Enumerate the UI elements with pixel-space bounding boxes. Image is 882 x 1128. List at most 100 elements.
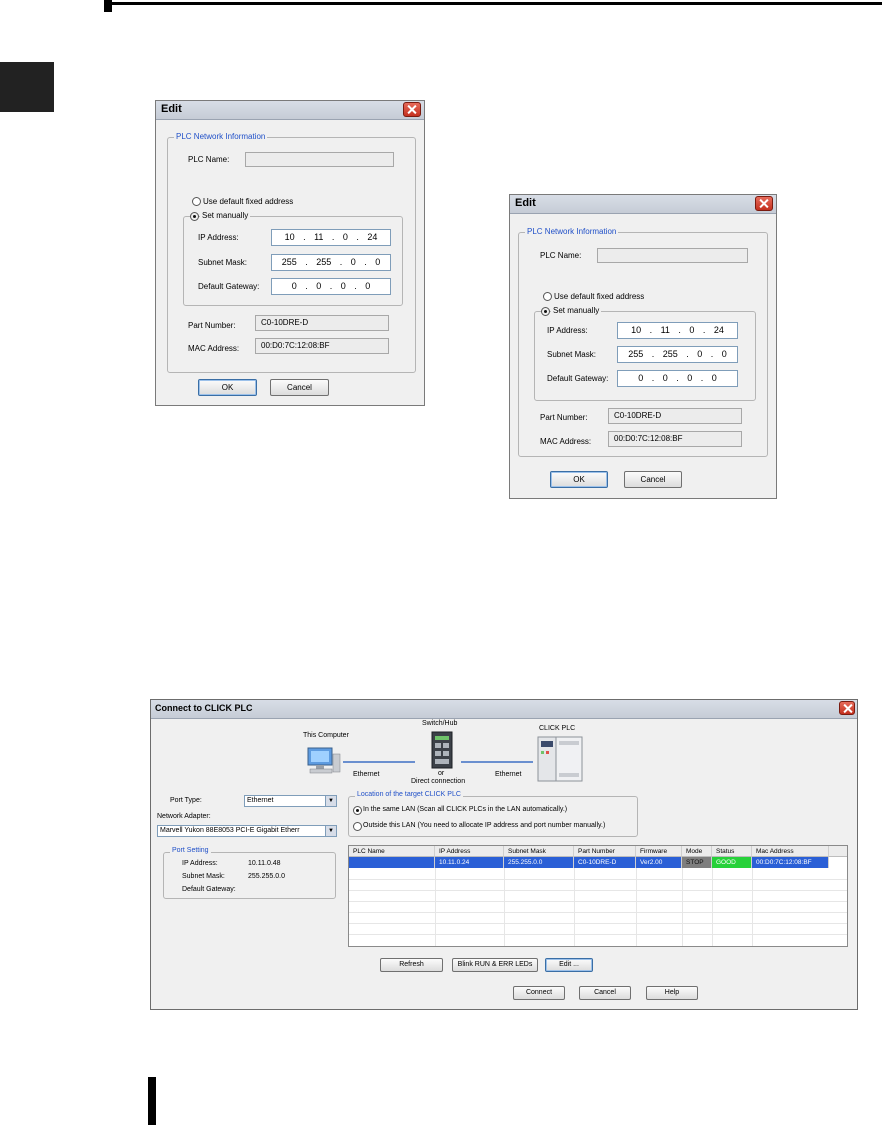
ip-address-input[interactable]: 10 . 11 . 0 . 24 [617, 322, 738, 339]
radio-same-lan[interactable] [353, 806, 362, 815]
col-mac-address[interactable]: Mac Address [752, 846, 829, 857]
ethernet-right-label: Ethernet [495, 771, 522, 778]
blink-leds-button[interactable]: Blink RUN & ERR LEDs [452, 958, 538, 972]
plc-table[interactable]: PLC Name IP Address Subnet Mask Part Num… [348, 845, 848, 947]
grid-line [574, 868, 575, 946]
manual-group: Set manually IP Address: 10 . 11 . 0 . 2… [534, 306, 756, 401]
plc-network-group: PLC Network Information PLC Name: Use de… [167, 132, 416, 373]
cancel-button[interactable]: Cancel [624, 471, 682, 488]
grid-line [349, 890, 847, 891]
plc-name-label: PLC Name: [188, 155, 230, 164]
subnet-mask-label: Subnet Mask: [547, 350, 596, 359]
part-number-field: C0-10DRE-D [255, 315, 389, 331]
dialog-title: Edit [515, 197, 536, 209]
col-mode[interactable]: Mode [682, 846, 712, 857]
col-part-number[interactable]: Part Number [574, 846, 636, 857]
title-bar[interactable]: Edit [156, 101, 424, 120]
radio-set-manually[interactable] [190, 212, 199, 221]
ok-button[interactable]: OK [550, 471, 608, 488]
close-icon[interactable] [755, 196, 773, 211]
radio-outside-lan[interactable] [353, 822, 362, 831]
part-number-field: C0-10DRE-D [608, 408, 742, 424]
radio-set-manually[interactable] [541, 307, 550, 316]
table-row-cell-status[interactable]: GOOD [712, 857, 752, 868]
click-plc-label: CLICK PLC [539, 725, 576, 732]
title-bar[interactable]: Edit [510, 195, 776, 214]
grid-line [349, 901, 847, 902]
port-subnet-label: Subnet Mask: [182, 873, 225, 880]
default-gateway-input[interactable]: 0 . 0 . 0 . 0 [617, 370, 738, 387]
close-icon[interactable] [403, 102, 421, 117]
part-number-label: Part Number: [540, 413, 588, 422]
grid-line [349, 923, 847, 924]
table-row-cell-subnet[interactable]: 255.255.0.0 [504, 857, 574, 868]
radio-default-address[interactable] [192, 197, 201, 206]
col-ip-address[interactable]: IP Address [435, 846, 504, 857]
dialog-title: Connect to CLICK PLC [155, 703, 253, 713]
chevron-down-icon[interactable]: ▼ [325, 796, 336, 806]
refresh-button[interactable]: Refresh [380, 958, 443, 972]
close-icon[interactable] [839, 701, 855, 715]
header-rule [104, 2, 882, 5]
ethernet-left-label: Ethernet [353, 771, 380, 778]
grid-line [504, 868, 505, 946]
port-type-label: Port Type: [170, 797, 202, 804]
outside-lan-label: Outside this LAN (You need to allocate I… [363, 822, 606, 829]
col-subnet-mask[interactable]: Subnet Mask [504, 846, 574, 857]
port-setting-group: Port Setting IP Address: 10.11.0.48 Subn… [163, 847, 336, 899]
plc-network-group: PLC Network Information PLC Name: Use de… [518, 227, 768, 457]
port-ip-value: 10.11.0.48 [248, 860, 281, 867]
col-status[interactable]: Status [712, 846, 752, 857]
grid-line [349, 934, 847, 935]
network-adapter-select[interactable]: Marvell Yukon 88E8053 PCI-E Gigabit Ethe… [157, 825, 337, 837]
plc-name-field[interactable] [597, 248, 748, 263]
port-type-select[interactable]: Ethernet ▼ [244, 795, 337, 807]
ethernet-line-right [461, 761, 533, 763]
radio-default-label: Use default fixed address [203, 197, 294, 206]
mac-address-field: 00:D0:7C:12:08:BF [608, 431, 742, 447]
port-gateway-label: Default Gateway: [182, 886, 236, 893]
part-number-label: Part Number: [188, 321, 236, 330]
ok-button[interactable]: OK [198, 379, 257, 396]
subnet-mask-input[interactable]: 255 . 255 . 0 . 0 [271, 254, 391, 271]
chevron-down-icon[interactable]: ▼ [325, 826, 336, 836]
radio-manual-label: Set manually [551, 306, 602, 315]
port-subnet-value: 255.255.0.0 [248, 873, 285, 880]
col-filler [829, 846, 847, 857]
group-title: PLC Network Information [525, 227, 619, 236]
default-gateway-input[interactable]: 0 . 0 . 0 . 0 [271, 278, 391, 295]
grid-line [349, 912, 847, 913]
edit-button[interactable]: Edit ... [545, 958, 593, 972]
table-row-cell-mode[interactable]: STOP [682, 857, 712, 868]
group-title: PLC Network Information [174, 132, 268, 141]
edit-dialog-2: Edit PLC Network Information PLC Name: U… [509, 194, 777, 499]
manual-group: Set manually IP Address: 10 . 11 . 0 . 2… [183, 211, 403, 306]
radio-default-address[interactable] [543, 292, 552, 301]
same-lan-label: In the same LAN (Scan all CLICK PLCs in … [363, 806, 568, 813]
table-row-cell-mac[interactable]: 00:D0:7C:12:08:BF [752, 857, 829, 868]
connect-button[interactable]: Connect [513, 986, 565, 1000]
grid-line [435, 868, 436, 946]
table-row-cell-plc-name[interactable] [349, 857, 435, 868]
col-plc-name[interactable]: PLC Name [349, 846, 435, 857]
table-row-cell-part[interactable]: C0-10DRE-D [574, 857, 636, 868]
title-bar[interactable]: Connect to CLICK PLC [151, 700, 857, 719]
chapter-tab [0, 62, 54, 112]
ip-address-label: IP Address: [547, 326, 588, 335]
this-computer-label: This Computer [303, 732, 349, 739]
radio-manual-label: Set manually [200, 211, 251, 220]
help-button[interactable]: Help [646, 986, 698, 1000]
table-row-cell-ip[interactable]: 10.11.0.24 [435, 857, 504, 868]
switch-hub-label: Switch/Hub [422, 720, 458, 727]
ip-address-input[interactable]: 10 . 11 . 0 . 24 [271, 229, 391, 246]
grid-line [636, 868, 637, 946]
col-firmware[interactable]: Firmware [636, 846, 682, 857]
table-row-cell-firmware[interactable]: Ver2.00 [636, 857, 682, 868]
cancel-button[interactable]: Cancel [270, 379, 329, 396]
plc-name-field[interactable] [245, 152, 394, 167]
cancel-button[interactable]: Cancel [579, 986, 631, 1000]
grid-line [752, 868, 753, 946]
footer-marker [148, 1077, 156, 1125]
ethernet-line-left [343, 761, 415, 763]
subnet-mask-input[interactable]: 255 . 255 . 0 . 0 [617, 346, 738, 363]
